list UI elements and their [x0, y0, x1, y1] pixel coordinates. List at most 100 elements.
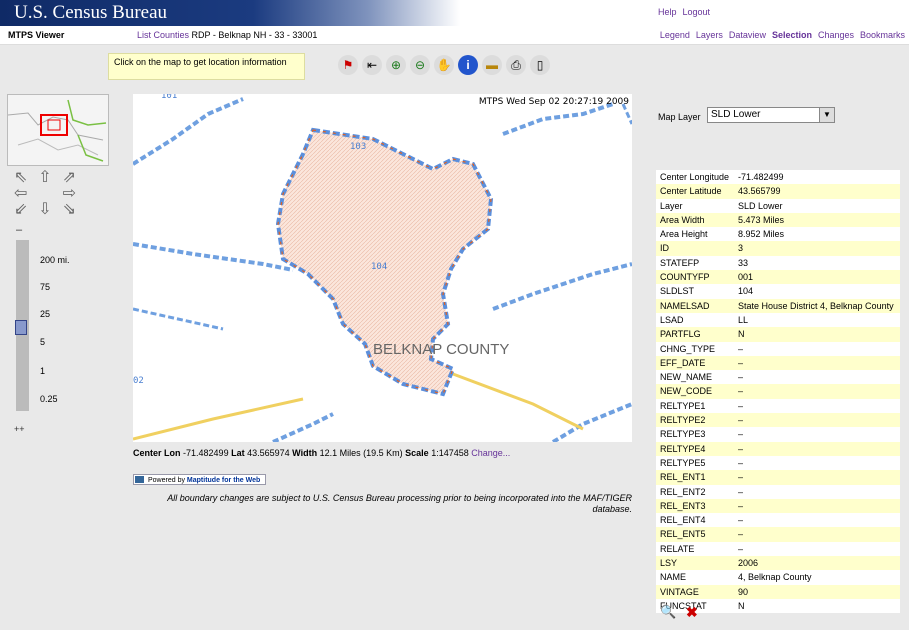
back-icon[interactable]: ⇤	[362, 55, 382, 75]
property-row: REL_ENT3 –	[656, 498, 900, 514]
property-value: –	[738, 357, 744, 368]
zoom-level-0-25[interactable]: 0.25	[40, 394, 58, 404]
property-key: Center Latitude	[660, 186, 722, 197]
info-icon[interactable]: i	[458, 55, 478, 75]
property-row: Layer SLD Lower	[656, 198, 900, 213]
property-value: –	[738, 415, 744, 426]
property-row: ID 3	[656, 241, 900, 256]
pan-northwest-icon[interactable]: ⇖	[14, 170, 27, 186]
property-key: REL_ENT3	[660, 500, 706, 511]
property-value: 33	[738, 257, 749, 268]
property-value: 5.473 Miles	[738, 214, 785, 225]
property-value: 4, Belknap County	[738, 572, 812, 583]
center-lon-label: Center Lon	[133, 448, 181, 458]
zoom-out-icon[interactable]: ⊖	[410, 55, 430, 75]
help-link[interactable]: Help	[658, 7, 677, 17]
property-row: COUNTYFP 001	[656, 270, 900, 285]
zoom-level-200mi[interactable]: 200 mi.	[40, 255, 70, 265]
ruler-icon[interactable]: ▬	[482, 55, 502, 75]
property-value: -71.482499	[738, 172, 784, 182]
zoom-out-control[interactable]: –	[16, 224, 22, 236]
property-key: Area Height	[660, 229, 708, 240]
property-row: LSAD LL	[656, 312, 900, 328]
county-label: BELKNAP COUNTY	[373, 341, 510, 358]
map-layer-select[interactable]: SLD Lower ▼	[707, 107, 835, 123]
property-key: PARTFLG	[660, 329, 701, 340]
pan-west-icon[interactable]: ⇦	[14, 186, 27, 202]
property-value: 104	[738, 286, 754, 297]
zoom-slider-thumb[interactable]	[15, 320, 27, 335]
property-row: RELATE –	[656, 541, 900, 557]
property-key: Area Width	[660, 214, 705, 225]
property-value: N	[738, 600, 745, 611]
zoom-level-5[interactable]: 5	[40, 337, 45, 347]
pan-southwest-icon[interactable]: ⇙	[14, 202, 27, 218]
property-value: –	[738, 486, 744, 497]
pan-south-icon[interactable]: ⇩	[38, 202, 51, 218]
zoom-level-25[interactable]: 25	[40, 309, 50, 319]
property-row: Area Width 5.473 Miles	[656, 212, 900, 228]
powered-prefix: Powered by	[148, 477, 185, 484]
tab-legend[interactable]: Legend	[660, 30, 690, 40]
property-key: RELTYPE4	[660, 443, 706, 454]
property-value: –	[738, 515, 744, 526]
property-row: RELTYPE4 –	[656, 441, 900, 456]
property-row: Area Height 8.952 Miles	[656, 227, 900, 242]
list-counties-link[interactable]: List Counties	[137, 30, 189, 40]
pan-northeast-icon[interactable]: ⇗	[63, 170, 76, 186]
width-value: 12.1 Miles (19.5 Km)	[319, 448, 403, 458]
pan-southeast-icon[interactable]: ⇘	[63, 202, 76, 218]
chevron-down-icon[interactable]: ▼	[819, 108, 834, 122]
clear-selection-icon[interactable]: ✖	[686, 604, 702, 620]
map-canvas[interactable]: MTPS Wed Sep 02 20:27:19 2009 101 103 10…	[133, 94, 632, 442]
powered-by-badge[interactable]: Powered by Maptitude for the Web	[133, 474, 266, 485]
property-key: EFF_DATE	[660, 357, 706, 368]
property-row: RELTYPE5 –	[656, 455, 900, 471]
property-row: Center Latitude 43.565799	[656, 184, 900, 199]
scale-value: 1:147458	[431, 448, 469, 458]
property-key: RELTYPE1	[660, 400, 706, 411]
zoom-to-selection-icon[interactable]: 🔍	[660, 604, 678, 620]
property-value: 001	[738, 272, 754, 283]
tab-layers[interactable]: Layers	[696, 30, 723, 40]
property-value: –	[738, 457, 744, 468]
view-tabs: Legend Layers Dataview Selection Changes Book…	[654, 30, 905, 40]
tab-changes[interactable]: Changes	[818, 30, 854, 40]
erase-icon[interactable]: ▯	[530, 55, 550, 75]
property-key: RELTYPE3	[660, 429, 706, 440]
zoom-level-75[interactable]: 75	[40, 282, 50, 292]
app-name: MTPS Viewer	[8, 30, 65, 40]
property-value: –	[738, 543, 744, 554]
tab-selection[interactable]: Selection	[772, 30, 812, 40]
pan-hand-icon[interactable]: ✋	[434, 55, 454, 75]
zoom-in-control[interactable]: ++	[14, 424, 25, 434]
property-key: REL_ENT1	[660, 472, 706, 483]
overview-map[interactable]	[7, 94, 109, 166]
property-value: 3	[738, 243, 744, 254]
property-row: PARTFLG N	[656, 327, 900, 342]
width-label: Width	[292, 448, 318, 458]
zoom-level-1[interactable]: 1	[40, 366, 45, 376]
property-key: RELTYPE5	[660, 457, 706, 468]
property-row: SLDLST 104	[656, 284, 900, 299]
property-row: REL_ENT5 –	[656, 527, 900, 542]
property-value: 43.565799	[738, 186, 781, 197]
pan-east-icon[interactable]: ⇨	[63, 186, 76, 202]
property-value: 2006	[738, 558, 759, 569]
property-value: 90	[738, 586, 749, 597]
change-scale-link[interactable]: Change...	[471, 448, 510, 458]
property-key: NAMELSAD	[660, 300, 710, 311]
zoom-in-icon[interactable]: ⊕	[386, 55, 406, 75]
property-value: 8.952 Miles	[738, 229, 785, 240]
property-key: NEW_NAME	[660, 372, 713, 383]
pan-north-icon[interactable]: ⇧	[38, 170, 51, 186]
property-value: N	[738, 329, 745, 340]
tab-bookmarks[interactable]: Bookmarks	[860, 30, 905, 40]
print-icon[interactable]: ⎙	[506, 55, 526, 75]
property-key: RELTYPE2	[660, 415, 706, 426]
tab-dataview[interactable]: Dataview	[729, 30, 766, 40]
property-row: RELTYPE3 –	[656, 427, 900, 442]
property-row: RELTYPE2 –	[656, 413, 900, 428]
logout-link[interactable]: Logout	[683, 7, 711, 17]
identify-icon[interactable]: ⚑	[338, 55, 358, 75]
